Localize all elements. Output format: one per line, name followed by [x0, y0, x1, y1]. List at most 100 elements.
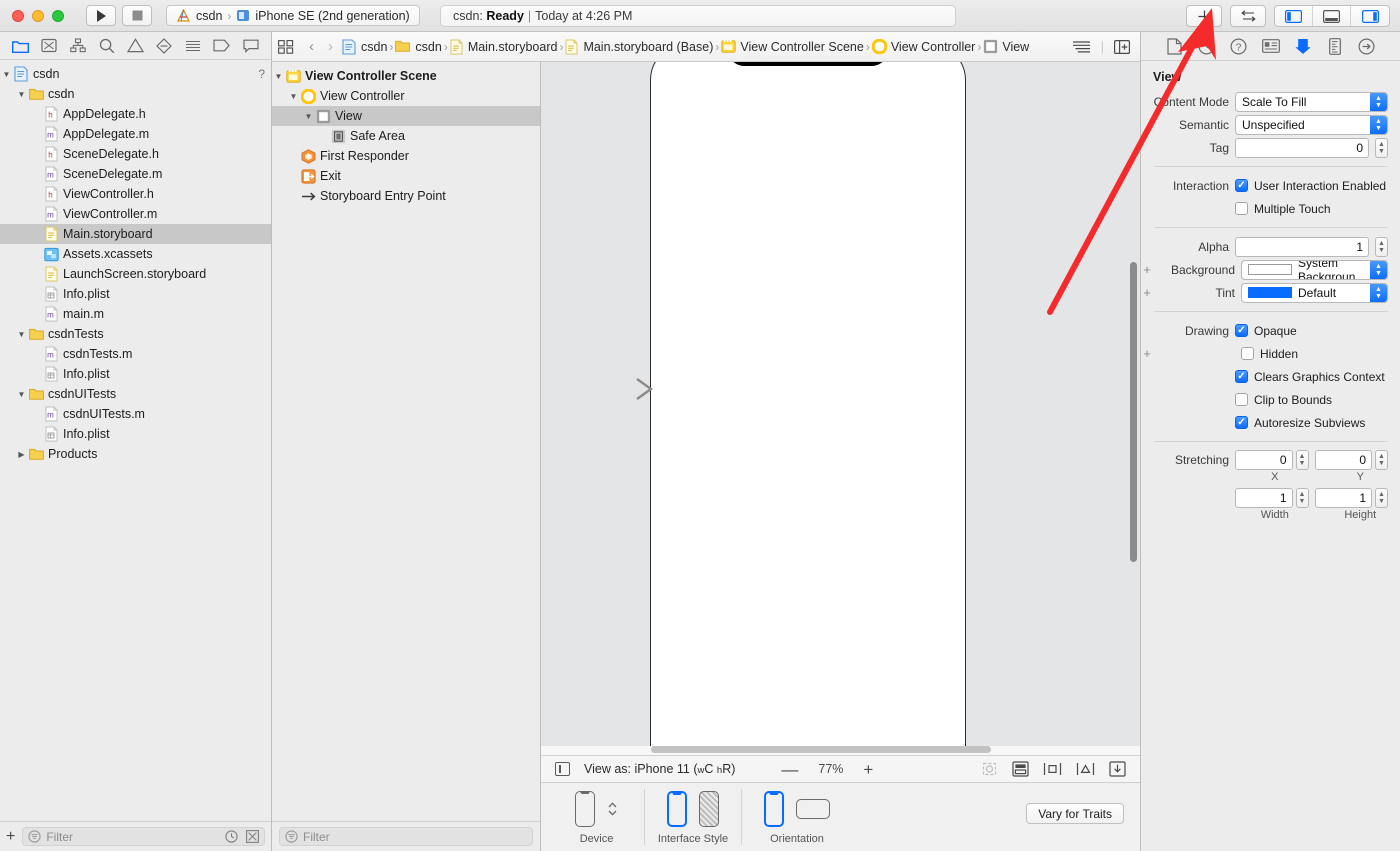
debug-navigator-tab[interactable] [181, 35, 205, 57]
jump-bar-back-button[interactable]: ‹ [304, 38, 319, 55]
size-inspector-tab[interactable] [1325, 36, 1345, 56]
project-file-row[interactable]: Info.plist [0, 284, 271, 304]
stretching-width-field[interactable]: 1 [1235, 488, 1293, 508]
disclosure-triangle[interactable]: ▼ [0, 70, 13, 79]
disclosure-triangle[interactable]: ▼ [287, 92, 300, 101]
semantic-popup-arrows[interactable]: ▲▼ [1370, 115, 1387, 135]
project-file-row[interactable]: mSceneDelegate.m [0, 164, 271, 184]
project-file-row[interactable]: mViewController.m [0, 204, 271, 224]
hidden-checkbox[interactable] [1241, 347, 1254, 360]
disclosure-triangle[interactable]: ▶ [15, 450, 28, 459]
project-file-row[interactable]: hViewController.h [0, 184, 271, 204]
disclosure-triangle[interactable]: ▼ [15, 390, 28, 399]
outline-row[interactable]: ▼View Controller [272, 86, 540, 106]
semantic-popup[interactable]: Unspecified ▲▼ [1235, 115, 1388, 135]
hidden-variations-button[interactable]: + [1141, 347, 1153, 360]
content-mode-popup[interactable]: Scale To Fill ▲▼ [1235, 92, 1388, 112]
tag-field[interactable]: 0 [1235, 138, 1369, 158]
disclosure-triangle[interactable]: ▼ [15, 330, 28, 339]
zoom-in-button[interactable]: + [863, 761, 873, 778]
stretching-y-stepper[interactable]: ▲▼ [1375, 450, 1388, 470]
storyboard-canvas[interactable]: 9:41 [541, 62, 1140, 746]
background-color-popup[interactable]: System Backgroun... ▲▼ [1241, 260, 1388, 280]
outline-row[interactable]: Exit [272, 166, 540, 186]
breadcrumb-item[interactable]: Main.storyboard [450, 39, 558, 55]
left-panel-toggle[interactable] [1275, 6, 1313, 26]
user-interaction-enabled-checkbox[interactable] [1235, 179, 1248, 192]
navigator-filter-field[interactable]: Filter [22, 827, 265, 846]
resolve-auto-layout-icon[interactable] [1109, 761, 1126, 777]
multiple-touch-checkbox[interactable] [1235, 202, 1248, 215]
zoom-out-button[interactable]: — [781, 761, 798, 778]
project-file-row[interactable]: ▼csdn? [0, 64, 271, 84]
view-as-icon[interactable] [555, 762, 570, 776]
outline-row[interactable]: ▼View Controller Scene [272, 66, 540, 86]
device-group[interactable]: Device [541, 783, 644, 851]
zoom-window-button[interactable] [52, 10, 64, 22]
breadcrumb-item[interactable]: Main.storyboard (Base) [565, 39, 713, 55]
find-navigator-tab[interactable] [95, 35, 119, 57]
project-file-tree[interactable]: ▼csdn?▼csdnhAppDelegate.hmAppDelegate.mh… [0, 61, 271, 821]
project-file-row[interactable]: Assets.xcassets [0, 244, 271, 264]
orientation-landscape-button[interactable] [796, 799, 830, 819]
tint-popup-arrows[interactable]: ▲▼ [1370, 283, 1387, 303]
project-file-row[interactable]: Info.plist [0, 364, 271, 384]
project-file-row[interactable]: ▼csdnTests [0, 324, 271, 344]
help-indicator[interactable]: ? [258, 67, 265, 81]
canvas-horizontal-scrollbar[interactable] [651, 746, 991, 753]
right-panel-toggle[interactable] [1351, 6, 1389, 26]
add-file-button[interactable]: + [6, 829, 15, 845]
history-inspector-tab[interactable] [1197, 36, 1217, 56]
breadcrumb-item[interactable]: View [983, 39, 1029, 54]
alpha-stepper[interactable]: ▲▼ [1375, 237, 1388, 257]
stop-button[interactable] [122, 5, 152, 26]
connections-inspector-tab[interactable] [1357, 36, 1377, 56]
stretching-x-stepper[interactable]: ▲▼ [1296, 450, 1309, 470]
editor-options-button[interactable] [1230, 5, 1266, 27]
project-file-row[interactable]: ▶Products [0, 444, 271, 464]
outline-filter-field[interactable]: Filter [279, 827, 533, 846]
file-inspector-tab[interactable] [1165, 36, 1185, 56]
related-items-icon[interactable] [278, 40, 294, 54]
clears-graphics-context-checkbox[interactable] [1235, 370, 1248, 383]
project-file-row[interactable]: mcsdnUITests.m [0, 404, 271, 424]
breadcrumb-item[interactable]: View Controller [872, 39, 976, 54]
background-popup-arrows[interactable]: ▲▼ [1370, 260, 1387, 280]
interface-style-dark-button[interactable] [699, 791, 719, 827]
close-window-button[interactable] [12, 10, 24, 22]
device-stepper-icon[interactable] [607, 800, 618, 818]
tint-color-popup[interactable]: Default ▲▼ [1241, 283, 1388, 303]
tint-variations-button[interactable]: + [1141, 286, 1153, 299]
embed-in-icon[interactable] [1012, 761, 1029, 777]
stretching-width-stepper[interactable]: ▲▼ [1296, 488, 1309, 508]
disclosure-triangle[interactable]: ▼ [302, 112, 315, 121]
background-variations-button[interactable]: + [1141, 263, 1153, 276]
project-file-row[interactable]: ▼csdn [0, 84, 271, 104]
project-navigator-tab[interactable] [8, 35, 32, 57]
add-constraints-icon[interactable] [1076, 761, 1095, 777]
device-phone-icon[interactable] [575, 791, 595, 827]
breadcrumb-item[interactable]: csdn [395, 39, 441, 54]
outline-row[interactable]: Storyboard Entry Point [272, 186, 540, 206]
autoresize-subviews-checkbox[interactable] [1235, 416, 1248, 429]
document-outline-toggle-icon[interactable] [1072, 40, 1091, 54]
breakpoint-navigator-tab[interactable] [210, 35, 234, 57]
stretching-height-field[interactable]: 1 [1315, 488, 1373, 508]
vary-for-traits-button[interactable]: Vary for Traits [1026, 803, 1124, 824]
interface-style-light-button[interactable] [667, 791, 687, 827]
identity-inspector-tab[interactable] [1261, 36, 1281, 56]
stretching-y-field[interactable]: 0 [1315, 450, 1373, 470]
project-file-row[interactable]: mmain.m [0, 304, 271, 324]
document-outline-tree[interactable]: ▼View Controller Scene▼View Controller▼V… [272, 66, 540, 821]
project-file-row[interactable]: mcsdnTests.m [0, 344, 271, 364]
report-navigator-tab[interactable] [239, 35, 263, 57]
run-button[interactable] [86, 5, 116, 26]
source-control-navigator-tab[interactable] [37, 35, 61, 57]
status-bar[interactable]: csdn: Ready|Today at 4:26 PM [440, 5, 956, 27]
alpha-field[interactable]: 1 [1235, 237, 1369, 257]
outline-row[interactable]: ▼View [272, 106, 540, 126]
breadcrumb-item[interactable]: csdn [342, 39, 387, 55]
canvas-vertical-scrollbar[interactable] [1130, 262, 1137, 562]
align-icon[interactable] [1043, 761, 1062, 777]
project-file-row[interactable]: Main.storyboard [0, 224, 271, 244]
